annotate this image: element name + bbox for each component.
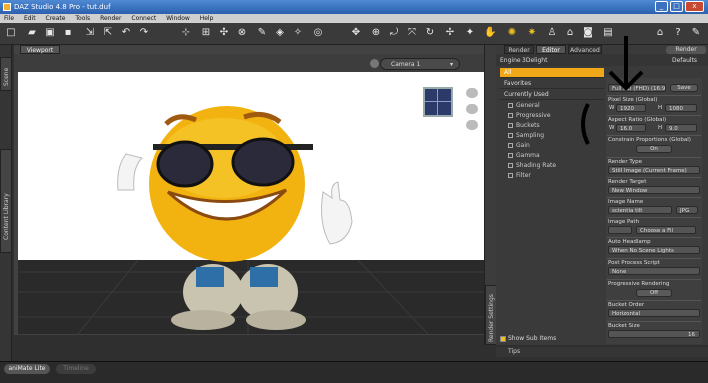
geometry-editor-icon[interactable]: ◈ <box>274 27 286 39</box>
camera-select[interactable]: Camera 1 ▾ <box>380 58 460 70</box>
tree-item-shading-rate[interactable]: Shading Rate <box>508 161 556 171</box>
post-process-select[interactable]: None <box>608 267 700 275</box>
export-icon[interactable]: ⇱ <box>102 27 114 39</box>
render-type-label: Render Type <box>607 157 701 165</box>
bucket-size-label: Bucket Size <box>607 321 701 329</box>
scene-builder-icon[interactable]: ✧ <box>292 27 304 39</box>
import-icon[interactable]: ⇲ <box>84 27 96 39</box>
engine-select[interactable]: 3Delight <box>522 57 547 64</box>
scale-icon[interactable]: ⤧ <box>406 27 418 39</box>
view-cube-icon[interactable] <box>423 87 453 117</box>
auto-headlamp-select[interactable]: When No Scene Lights <box>608 246 700 254</box>
tree-item-gain[interactable]: Gain <box>508 141 530 151</box>
tab-editor[interactable]: Editor <box>536 45 566 54</box>
image-path-label: Image Path <box>607 217 701 225</box>
open-folder-icon[interactable]: ▰ <box>26 27 38 39</box>
tree-item-progressive[interactable]: Progressive <box>508 111 551 121</box>
menu-help[interactable]: Help <box>200 15 214 22</box>
defaults-button[interactable]: Defaults <box>672 57 697 64</box>
bottom-tab-bar: aniMate Lite Timeline <box>0 361 708 383</box>
tips-bar[interactable]: Tips <box>496 347 708 357</box>
left-tab-strip: Scene Content Library <box>0 45 12 361</box>
menu-edit[interactable]: Edit <box>24 15 36 22</box>
joint-editor-icon[interactable]: ⊗ <box>236 27 248 39</box>
menu-render[interactable]: Render <box>100 15 121 22</box>
redo-icon[interactable]: ↷ <box>138 27 150 39</box>
maximize-button[interactable]: □ <box>670 1 683 12</box>
new-file-icon[interactable]: □ <box>5 27 17 39</box>
pin-icon[interactable]: ✢ <box>444 27 456 39</box>
menu-window[interactable]: Window <box>166 15 190 22</box>
sun-icon[interactable]: ✺ <box>506 27 518 39</box>
help-icon[interactable]: ? <box>672 27 684 39</box>
progressive-label: Progressive Rendering <box>607 279 701 287</box>
spot-render-icon[interactable]: ◎ <box>312 27 324 39</box>
image-name-field[interactable]: scientia tilt <box>608 206 672 214</box>
nav-pan-icon[interactable] <box>466 104 478 114</box>
hand-icon[interactable]: ✋ <box>484 27 496 39</box>
undo-icon[interactable]: ↶ <box>120 27 132 39</box>
title-bar: DAZ Studio 4.8 Pro - tut.duf <box>0 0 708 14</box>
tree-item-filter[interactable]: Filter <box>508 171 531 181</box>
image-format-select[interactable]: JPG <box>676 206 698 214</box>
render-type-select[interactable]: Still Image (Current Frame) <box>608 166 700 174</box>
nav-orbit-icon[interactable] <box>466 88 478 98</box>
content-library-tab[interactable]: Content Library <box>0 149 12 253</box>
scene-tab[interactable]: Scene <box>0 57 12 91</box>
render-target-label: Render Target <box>607 177 701 185</box>
bucket-size-slider[interactable]: 16 <box>608 330 700 338</box>
surface-select-icon[interactable]: ✣ <box>218 27 230 39</box>
render-target-select[interactable]: New Window <box>608 186 700 194</box>
nav-zoom-icon[interactable] <box>466 120 478 130</box>
teapot-icon[interactable]: ⌂ <box>564 27 576 39</box>
app-icon <box>3 3 11 11</box>
bucket-order-label: Bucket Order <box>607 300 701 308</box>
tab-timeline[interactable]: Timeline <box>56 364 96 374</box>
show-sub-items-checkbox[interactable]: Show Sub Items <box>500 334 604 344</box>
viewport-options-icon[interactable] <box>370 59 379 68</box>
bucket-order-select[interactable]: Horizontal <box>608 309 700 317</box>
engine-label: Engine <box>500 57 521 64</box>
tree-item-gamma[interactable]: Gamma <box>508 151 540 161</box>
save-icon[interactable]: ▪ <box>62 27 74 39</box>
folder-icon[interactable] <box>608 226 632 234</box>
refresh-icon[interactable]: ↻ <box>424 27 436 39</box>
light-icon[interactable]: ✷ <box>526 27 538 39</box>
region-select-icon[interactable]: ⊞ <box>200 27 212 39</box>
annotation-marks <box>581 36 644 145</box>
tree-item-general[interactable]: General <box>508 101 540 111</box>
right-tab-strip: Render Settings <box>484 45 497 345</box>
close-button[interactable]: x <box>685 1 704 12</box>
figure-setup-icon[interactable]: ✎ <box>256 27 268 39</box>
merge-icon[interactable]: ▣ <box>44 27 56 39</box>
figure-icon[interactable]: ♙ <box>546 27 558 39</box>
scene-render <box>18 106 484 334</box>
menu-create[interactable]: Create <box>46 15 66 22</box>
sketch-icon[interactable]: ✎ <box>690 27 702 39</box>
save-preset-button[interactable]: Save <box>670 84 698 92</box>
viewport-tab[interactable]: Viewport <box>20 45 60 54</box>
tree-item-sampling[interactable]: Sampling <box>508 131 544 141</box>
progressive-toggle[interactable]: Off <box>636 289 672 297</box>
transform-icon[interactable]: ✥ <box>350 27 362 39</box>
tab-animate-lite[interactable]: aniMate Lite <box>4 364 50 374</box>
render-button[interactable]: Render <box>666 46 706 54</box>
auto-headlamp-label: Auto Headlamp <box>607 237 701 245</box>
image-path-field[interactable]: Choose a Fil <box>636 226 696 234</box>
translate-icon[interactable]: ⊕ <box>370 27 382 39</box>
minimize-button[interactable]: _ <box>655 1 668 12</box>
pose-icon[interactable]: ✦ <box>464 27 476 39</box>
menu-connect[interactable]: Connect <box>131 15 156 22</box>
tab-render[interactable]: Render <box>504 45 534 54</box>
menu-tools[interactable]: Tools <box>75 15 90 22</box>
node-selection-icon[interactable]: ⊹ <box>180 27 192 39</box>
menu-bar: File Edit Create Tools Render Connect Wi… <box>0 14 708 23</box>
image-name-label: Image Name <box>607 197 701 205</box>
tree-item-buckets[interactable]: Buckets <box>508 121 540 131</box>
post-process-label: Post Process Script <box>607 258 701 266</box>
rotate-icon[interactable]: ⤾ <box>388 27 400 39</box>
menu-file[interactable]: File <box>4 15 14 22</box>
